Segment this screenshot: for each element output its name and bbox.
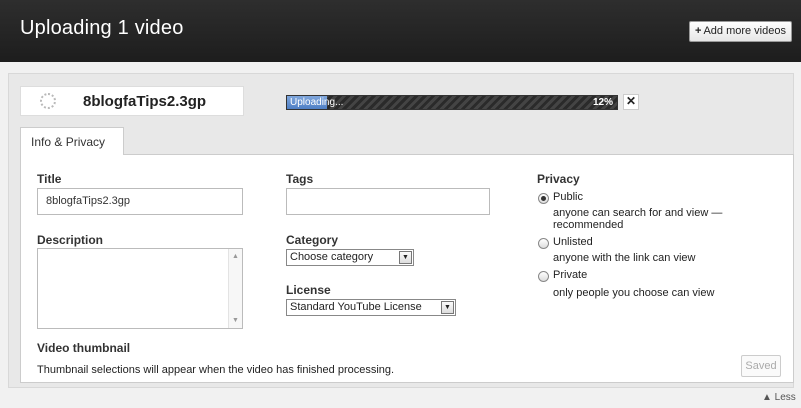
scroll-down-icon: ▼ [232,317,239,324]
description-scrollbar[interactable]: ▲ ▼ [228,249,242,328]
category-label: Category [286,233,339,247]
file-info: 8blogfaTips2.3gp [20,86,244,116]
privacy-unlisted-desc: anyone with the link can view [553,252,696,264]
upload-percent: 12% [592,97,613,108]
less-toggle[interactable]: ▲ Less [762,392,796,403]
chevron-down-icon: ▼ [399,251,412,264]
add-more-videos-label: Add more videos [703,25,786,37]
upload-status: Uploading... [290,97,344,108]
license-selected-value: Standard YouTube License [290,301,422,313]
privacy-unlisted-radio[interactable] [538,238,549,249]
privacy-public-desc: anyone can search for and view — recomme… [553,207,723,231]
scroll-up-icon: ▲ [232,253,239,260]
tags-label: Tags [286,172,314,186]
page-title: Uploading 1 video [20,17,184,39]
tab-strip [20,127,794,155]
privacy-public-title: Public [553,191,583,203]
privacy-private-title: Private [553,269,588,281]
tab-info-privacy[interactable]: Info & Privacy [20,127,124,156]
plus-icon: + [695,25,702,37]
privacy-label: Privacy [537,172,580,186]
tags-input[interactable] [286,188,490,215]
license-label: License [286,283,331,297]
add-more-videos-button[interactable]: + Add more videos [689,21,792,42]
upload-progress-bar: Uploading... 12% [286,95,618,110]
title-label: Title [37,172,62,186]
video-thumbnail-label: Video thumbnail [37,341,131,355]
page-header: Uploading 1 video + Add more videos [0,0,801,62]
category-select[interactable]: Choose category ▼ [286,249,414,266]
cancel-upload-button[interactable]: ✕ [623,94,639,110]
file-name: 8blogfaTips2.3gp [83,93,207,110]
privacy-private-radio[interactable] [538,271,549,282]
description-label: Description [37,233,104,247]
category-selected-value: Choose category [290,251,374,263]
saved-button[interactable]: Saved [741,355,781,377]
thumbnail-note: Thumbnail selections will appear when th… [37,364,395,376]
close-icon: ✕ [625,94,637,108]
loading-spinner-icon [40,93,56,109]
privacy-public-radio[interactable] [538,193,549,204]
description-textarea[interactable]: ▲ ▼ [37,248,243,329]
chevron-down-icon: ▼ [441,301,454,314]
license-select[interactable]: Standard YouTube License ▼ [286,299,456,316]
privacy-private-desc: only people you choose can view [553,287,715,299]
privacy-unlisted-title: Unlisted [553,236,593,248]
title-input[interactable]: 8blogfaTips2.3gp [37,188,243,215]
